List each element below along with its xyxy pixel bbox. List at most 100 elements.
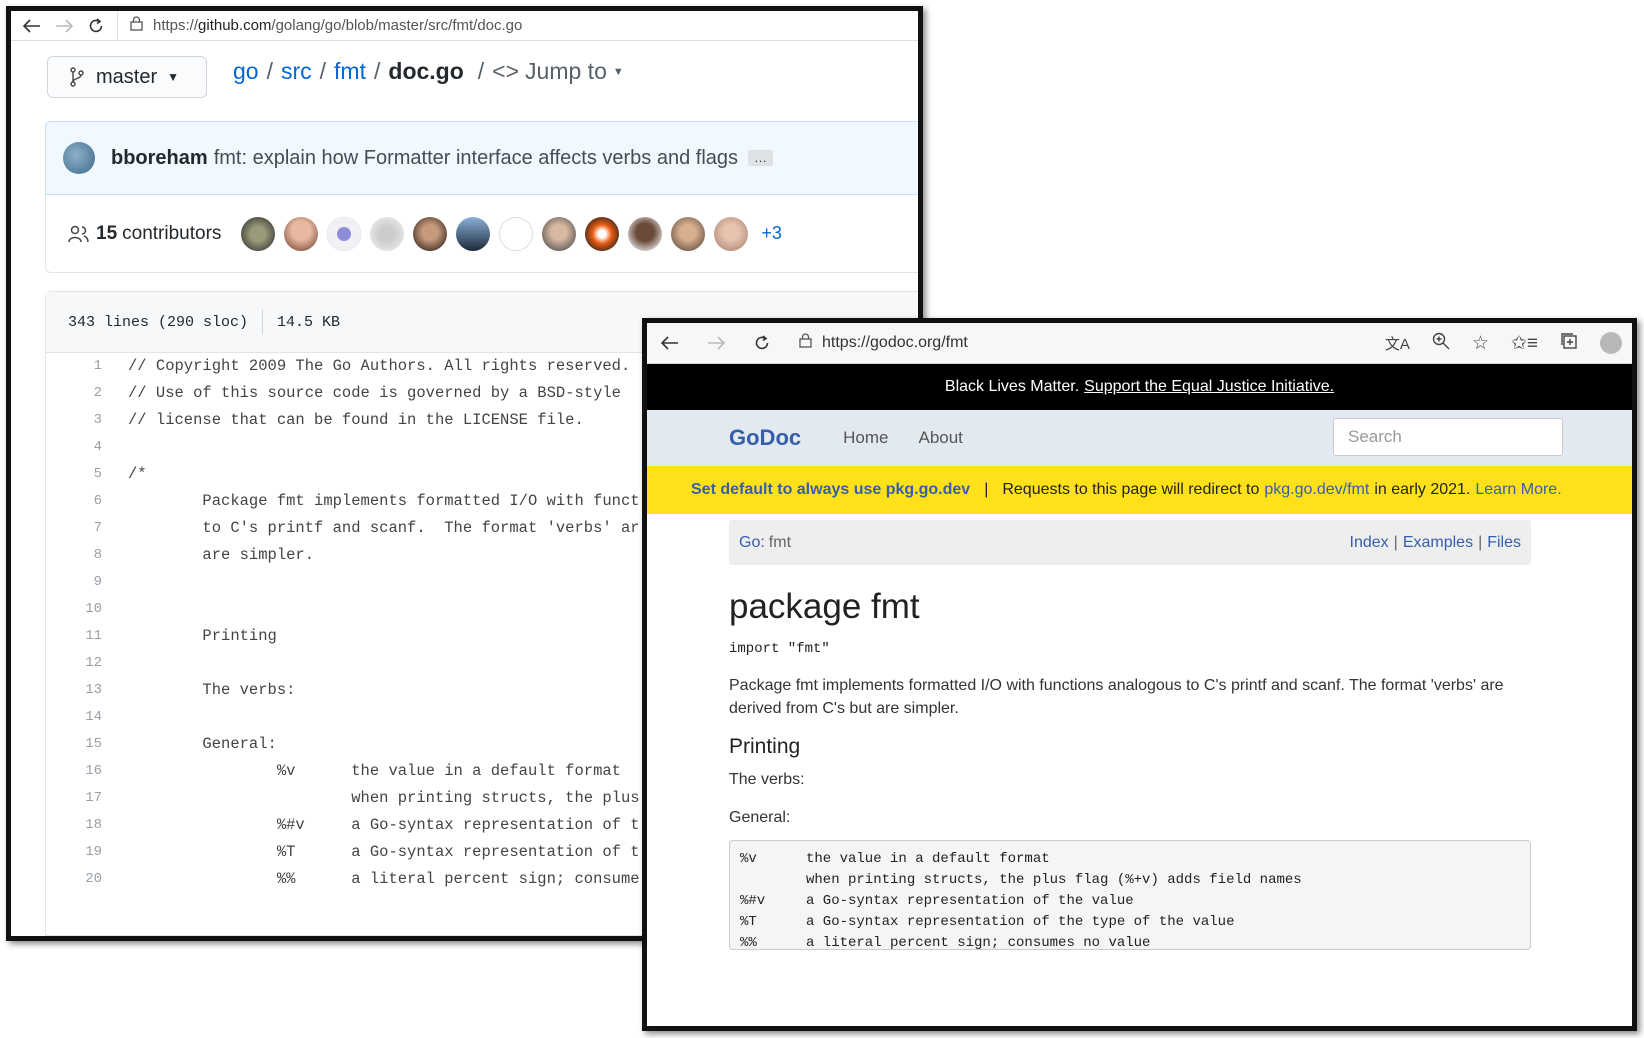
code-text: when printing structs, the plus bbox=[128, 788, 640, 807]
more-contributors-link[interactable]: +3 bbox=[761, 223, 782, 244]
lock-icon bbox=[130, 15, 143, 36]
toolbar-icons: 文A ☆ ✩≡ bbox=[1385, 332, 1622, 355]
verb: %T bbox=[740, 914, 757, 930]
favorite-star-icon[interactable]: ☆ bbox=[1472, 332, 1489, 355]
line-number[interactable]: 8 bbox=[46, 547, 128, 563]
commit-author[interactable]: bboreham bbox=[111, 147, 208, 170]
code-text: %v the value in a default format bbox=[128, 761, 621, 780]
profile-icon[interactable] bbox=[1600, 332, 1622, 354]
learn-more-link[interactable]: Learn More. bbox=[1475, 481, 1561, 499]
collections-icon[interactable] bbox=[1560, 332, 1578, 355]
index-link[interactable]: Index bbox=[1350, 534, 1389, 551]
jump-to-button[interactable]: <> Jump to ▼ bbox=[492, 58, 624, 85]
line-number[interactable]: 7 bbox=[46, 520, 128, 536]
nav-home-link[interactable]: Home bbox=[843, 428, 888, 448]
caret-down-icon: ▼ bbox=[167, 70, 180, 84]
contributors-label[interactable]: contributors bbox=[122, 223, 221, 245]
banner-link[interactable]: Support the Equal Justice Initiative. bbox=[1084, 378, 1334, 396]
general-label: General: bbox=[729, 809, 791, 826]
code-text: %% a literal percent sign; consume bbox=[128, 869, 640, 888]
address-bar[interactable]: https://github.com/golang/go/blob/master… bbox=[117, 11, 522, 40]
breadcrumb-go-link[interactable]: go bbox=[233, 58, 259, 85]
line-number[interactable]: 3 bbox=[46, 412, 128, 428]
verb-row: %T a Go-syntax representation of the type… bbox=[740, 914, 1520, 935]
breadcrumb-package: fmt bbox=[768, 533, 792, 551]
line-number[interactable]: 18 bbox=[46, 817, 128, 833]
search-input[interactable]: Search bbox=[1333, 418, 1563, 456]
line-number[interactable]: 10 bbox=[46, 601, 128, 617]
back-icon[interactable] bbox=[659, 332, 681, 354]
translate-icon[interactable]: 文A bbox=[1385, 333, 1410, 354]
line-number[interactable]: 4 bbox=[46, 439, 128, 455]
banner-text: Black Lives Matter. bbox=[944, 378, 1080, 395]
contributors-count[interactable]: 15 bbox=[96, 223, 117, 245]
line-number[interactable]: 20 bbox=[46, 871, 128, 887]
line-number[interactable]: 13 bbox=[46, 682, 128, 698]
set-default-link[interactable]: Set default to always use pkg.go.dev bbox=[691, 481, 970, 499]
pkg-go-dev-link[interactable]: pkg.go.dev/fmt bbox=[1264, 481, 1369, 499]
line-number[interactable]: 9 bbox=[46, 574, 128, 590]
avatar[interactable] bbox=[63, 142, 95, 174]
avatar[interactable] bbox=[241, 216, 276, 251]
branch-selector[interactable]: master ▼ bbox=[47, 56, 207, 98]
file-line-count: 343 lines (290 sloc) bbox=[68, 313, 249, 331]
breadcrumb-separator: / bbox=[266, 58, 273, 84]
line-number[interactable]: 16 bbox=[46, 763, 128, 779]
line-number[interactable]: 19 bbox=[46, 844, 128, 860]
back-icon[interactable] bbox=[21, 15, 43, 37]
code-text: /* bbox=[128, 464, 147, 483]
git-branch-icon bbox=[70, 67, 84, 87]
package-doc: Go: fmt Index | Examples | Files package fmt… bbox=[729, 520, 1531, 951]
address-bar[interactable]: https://godoc.org/fmt bbox=[787, 323, 968, 363]
examples-link[interactable]: Examples bbox=[1403, 534, 1473, 551]
avatar[interactable] bbox=[542, 216, 577, 251]
contributors-bar: 15 contributors +3 bbox=[45, 195, 918, 273]
avatar[interactable] bbox=[628, 216, 663, 251]
site-logo[interactable]: GoDoc bbox=[729, 425, 801, 451]
verb-row: %v the value in a default format bbox=[740, 851, 1520, 872]
notice-text-2: in early 2021. bbox=[1374, 481, 1471, 498]
reload-icon[interactable] bbox=[85, 15, 107, 37]
breadcrumb-src-link[interactable]: src bbox=[281, 58, 312, 85]
avatar[interactable] bbox=[413, 216, 448, 251]
line-number[interactable]: 5 bbox=[46, 466, 128, 482]
line-number[interactable]: 2 bbox=[46, 385, 128, 401]
avatar[interactable] bbox=[714, 216, 749, 251]
avatar[interactable] bbox=[456, 216, 491, 251]
zoom-icon[interactable] bbox=[1432, 332, 1450, 355]
commit-message[interactable]: fmt: explain how Formatter interface aff… bbox=[214, 147, 738, 170]
files-link[interactable]: Files bbox=[1487, 534, 1521, 551]
line-number[interactable]: 17 bbox=[46, 790, 128, 806]
avatar[interactable] bbox=[284, 216, 319, 251]
commit-expand-button[interactable]: … bbox=[748, 150, 774, 166]
line-number[interactable]: 1 bbox=[46, 358, 128, 374]
code-text: // Use of this source code is governed b… bbox=[128, 383, 621, 402]
breadcrumb-fmt-link[interactable]: fmt bbox=[334, 58, 366, 85]
avatar[interactable] bbox=[671, 216, 706, 251]
latest-commit-bar: bboreham fmt: explain how Formatter inte… bbox=[45, 121, 918, 195]
avatar[interactable] bbox=[370, 216, 405, 251]
verbs-code-block: %v the value in a default format when prin… bbox=[729, 840, 1531, 951]
reload-icon[interactable] bbox=[751, 332, 773, 354]
notice-text: Requests to this page will redirect to bbox=[1002, 481, 1260, 498]
forward-icon[interactable] bbox=[53, 15, 75, 37]
avatar[interactable] bbox=[327, 216, 362, 251]
favorites-list-icon[interactable]: ✩≡ bbox=[1511, 332, 1538, 355]
avatar[interactable] bbox=[585, 216, 620, 251]
line-number[interactable]: 6 bbox=[46, 493, 128, 509]
page-title: package fmt bbox=[729, 587, 920, 626]
line-number[interactable]: 12 bbox=[46, 655, 128, 671]
line-number[interactable]: 14 bbox=[46, 709, 128, 725]
link-separator: | bbox=[1393, 533, 1398, 551]
nav-about-link[interactable]: About bbox=[918, 428, 962, 448]
verb: %#v bbox=[740, 893, 766, 909]
breadcrumb-go-link[interactable]: Go: bbox=[739, 534, 765, 552]
verb-description: when printing structs, the plus flag (%+… bbox=[806, 872, 1302, 888]
line-number[interactable]: 15 bbox=[46, 736, 128, 752]
avatar[interactable] bbox=[499, 216, 534, 251]
people-icon bbox=[68, 225, 90, 243]
code-icon: <> bbox=[492, 58, 520, 84]
line-number[interactable]: 11 bbox=[46, 628, 128, 644]
code-text: %#v a Go-syntax representation of t bbox=[128, 815, 640, 834]
forward-icon[interactable] bbox=[705, 332, 727, 354]
